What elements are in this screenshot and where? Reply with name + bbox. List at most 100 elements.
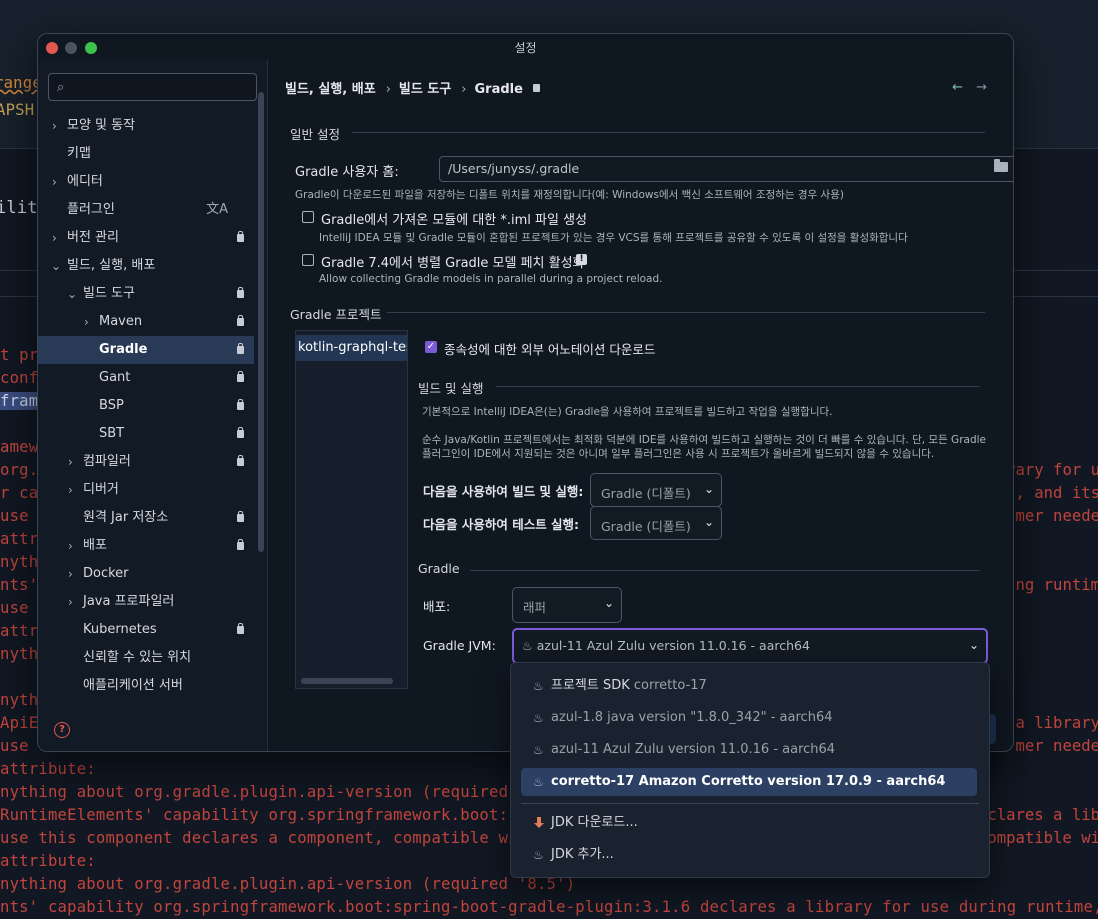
chevron-right-icon[interactable]: › xyxy=(52,224,57,252)
title-bar: 설정 xyxy=(38,34,1013,60)
gradle-user-home-label: Gradle 사용자 홈: xyxy=(295,165,399,180)
jvm-option-name: azul-1.8 java version "1.8.0_342" - aarc… xyxy=(551,710,833,725)
add-jdk-option[interactable]: ♨ JDK 추가... xyxy=(521,841,977,869)
build-with-label: 다음을 사용하여 빌드 및 실행: xyxy=(423,484,584,499)
terminal-line: ApiE xyxy=(0,714,39,732)
sidebar-item-label: 원격 Jar 저장소 xyxy=(83,510,169,525)
generate-iml-label[interactable]: Gradle에서 가져온 모듈에 대한 *.iml 파일 생성 xyxy=(321,209,587,228)
sidebar-item-label: Java 프로파일러 xyxy=(83,594,175,609)
folder-icon[interactable] xyxy=(994,159,1008,172)
chevron-down-icon: ⌄ xyxy=(703,515,714,529)
chevron-down-icon: ⌄ xyxy=(603,596,614,610)
download-icon xyxy=(534,817,544,829)
gradle-jvm-select[interactable]: ♨ azul-11 Azul Zulu version 11.0.16 - aar… xyxy=(512,628,988,664)
parallel-fetch-label[interactable]: Gradle 7.4에서 병렬 Gradle 모델 페치 활성화 xyxy=(321,252,585,271)
jvm-option-azul-11[interactable]: ♨ azul-11 Azul Zulu version 11.0.16 - aa… xyxy=(521,736,977,764)
parallel-fetch-checkbox[interactable] xyxy=(302,254,314,266)
search-input[interactable] xyxy=(75,77,254,99)
sidebar-item-debugger[interactable]: › 디버거 xyxy=(38,476,254,504)
sidebar-item-version-control[interactable]: › 버전 관리 xyxy=(38,224,254,252)
java-cup-icon: ♨ xyxy=(533,711,544,725)
project-level-icon xyxy=(237,371,244,382)
generate-iml-hint: IntelliJ IDEA 모듈 및 Gradle 모듈이 혼합된 프로젝트가 … xyxy=(319,232,908,244)
jvm-option-project-sdk[interactable]: ♨ 프로젝트 SDK corretto-17 xyxy=(521,672,977,700)
chevron-right-icon[interactable]: › xyxy=(52,168,57,196)
gradle-jvm-value: azul-11 Azul Zulu version 11.0.16 - aarc… xyxy=(536,638,810,653)
breadcrumb-item[interactable]: 빌드 도구 xyxy=(399,78,451,97)
sidebar-item-remote-jar-repositories[interactable]: 원격 Jar 저장소 xyxy=(38,504,254,532)
sidebar-item-sbt[interactable]: SBT xyxy=(38,420,254,448)
sidebar-item-label: 에디터 xyxy=(67,174,103,189)
settings-content: 빌드, 실행, 배포 › 빌드 도구 › Gradle ← → 일반 설정 Gradle… xyxy=(268,60,1013,751)
sidebar-item-maven[interactable]: › Maven xyxy=(38,308,254,336)
java-cup-icon: ♨ xyxy=(522,639,533,653)
build-with-value: Gradle (디폴트) xyxy=(601,486,691,501)
distribution-select[interactable]: 래퍼 ⌄ xyxy=(512,587,622,623)
generate-iml-checkbox[interactable] xyxy=(302,211,314,223)
gradle-jvm-label: Gradle JVM: xyxy=(423,638,496,653)
terminal-line: attribute: xyxy=(0,852,96,870)
chevron-right-icon[interactable]: › xyxy=(84,308,89,336)
breadcrumb-item[interactable]: 빌드, 실행, 배포 xyxy=(285,78,376,97)
java-cup-icon: ♨ xyxy=(533,848,544,862)
java-cup-icon: ♨ xyxy=(533,775,544,789)
sidebar-item-keymap[interactable]: 키맵 xyxy=(38,140,254,168)
forward-arrow-icon[interactable]: → xyxy=(976,80,987,95)
java-cup-icon: ♨ xyxy=(533,679,544,693)
chevron-right-icon[interactable]: › xyxy=(68,448,73,476)
sidebar-item-application-servers[interactable]: 애플리케이션 서버 xyxy=(38,672,254,700)
parallel-fetch-hint: Allow collecting Gradle models in parall… xyxy=(319,273,663,285)
project-level-icon xyxy=(237,287,244,298)
chevron-right-icon[interactable]: › xyxy=(68,560,73,588)
chevron-down-icon[interactable]: ⌄ xyxy=(51,252,61,280)
add-jdk-label: JDK 추가... xyxy=(551,847,614,862)
sidebar-item-docker[interactable]: › Docker xyxy=(38,560,254,588)
sidebar-item-compiler[interactable]: › 컴파일러 xyxy=(38,448,254,476)
project-item[interactable]: kotlin-graphql-test xyxy=(296,335,407,361)
terminal-line: RuntimeElements' capability org.springfr… xyxy=(0,806,509,824)
gradle-project-list: kotlin-graphql-test xyxy=(295,330,408,689)
help-icon[interactable]: ? xyxy=(54,722,70,738)
dropdown-divider xyxy=(521,803,979,804)
sidebar-item-bsp[interactable]: BSP xyxy=(38,392,254,420)
sidebar-item-gradle[interactable]: Gradle xyxy=(38,336,254,364)
chevron-down-icon[interactable]: ⌄ xyxy=(67,280,77,308)
sidebar-item-trusted-locations[interactable]: 신뢰할 수 있는 위치 xyxy=(38,644,254,672)
sidebar-item-plugins[interactable]: 플러그인 文A xyxy=(38,196,254,224)
chevron-right-icon[interactable]: › xyxy=(68,476,73,504)
jvm-option-corretto-17[interactable]: ♨ corretto-17 Amazon Corretto version 17… xyxy=(521,768,977,796)
build-run-hint: 기본적으로 IntelliJ IDEA은(는) Gradle을 사용하여 프로젝… xyxy=(422,406,833,418)
sidebar-item-label: BSP xyxy=(99,398,124,413)
test-with-value: Gradle (디폴트) xyxy=(601,519,691,534)
build-with-select[interactable]: Gradle (디폴트) ⌄ xyxy=(590,473,722,507)
sidebar-item-build-execution-deployment[interactable]: ⌄ 빌드, 실행, 배포 xyxy=(38,252,254,280)
back-arrow-icon[interactable]: ← xyxy=(952,80,963,95)
chevron-right-icon[interactable]: › xyxy=(68,588,73,616)
sidebar-item-java-profiler[interactable]: › Java 프로파일러 xyxy=(38,588,254,616)
sidebar-item-kubernetes[interactable]: Kubernetes xyxy=(38,616,254,644)
gradle-user-home-value: /Users/junyss/.gradle xyxy=(448,161,580,176)
sidebar-item-build-tools[interactable]: ⌄ 빌드 도구 xyxy=(38,280,254,308)
search-box[interactable]: ⌕ xyxy=(48,73,257,101)
sidebar-item-label: Gant xyxy=(99,370,131,385)
chevron-right-icon[interactable]: › xyxy=(68,532,73,560)
jvm-option-azul-1-8[interactable]: ♨ azul-1.8 java version "1.8.0_342" - aa… xyxy=(521,704,977,732)
test-with-select[interactable]: Gradle (디폴트) ⌄ xyxy=(590,506,722,540)
project-list-scrollbar[interactable] xyxy=(301,678,393,684)
download-annotations-label[interactable]: 종속성에 대한 외부 어노테이션 다운로드 xyxy=(444,339,655,358)
sidebar-item-deployment[interactable]: › 배포 xyxy=(38,532,254,560)
sidebar-item-appearance[interactable]: › 모양 및 동작 xyxy=(38,112,254,140)
sidebar-item-gant[interactable]: Gant xyxy=(38,364,254,392)
download-annotations-checkbox[interactable]: ✓ xyxy=(425,341,437,353)
sidebar-item-editor[interactable]: › 에디터 xyxy=(38,168,254,196)
download-jdk-option[interactable]: JDK 다운로드... xyxy=(521,809,977,837)
sidebar-item-label: Maven xyxy=(99,314,143,329)
gradle-user-home-field[interactable]: /Users/junyss/.gradle xyxy=(439,156,1013,182)
sidebar-scrollbar[interactable] xyxy=(258,92,264,552)
jvm-option-name: corretto-17 Amazon Corretto version 17.0… xyxy=(551,774,946,789)
terminal-line: APSH xyxy=(0,101,35,119)
chevron-right-icon[interactable]: › xyxy=(52,112,57,140)
sidebar-item-label: 신뢰할 수 있는 위치 xyxy=(83,650,192,665)
jvm-option-detail: corretto-17 xyxy=(633,678,707,693)
sidebar-item-label: Gradle xyxy=(99,342,148,357)
